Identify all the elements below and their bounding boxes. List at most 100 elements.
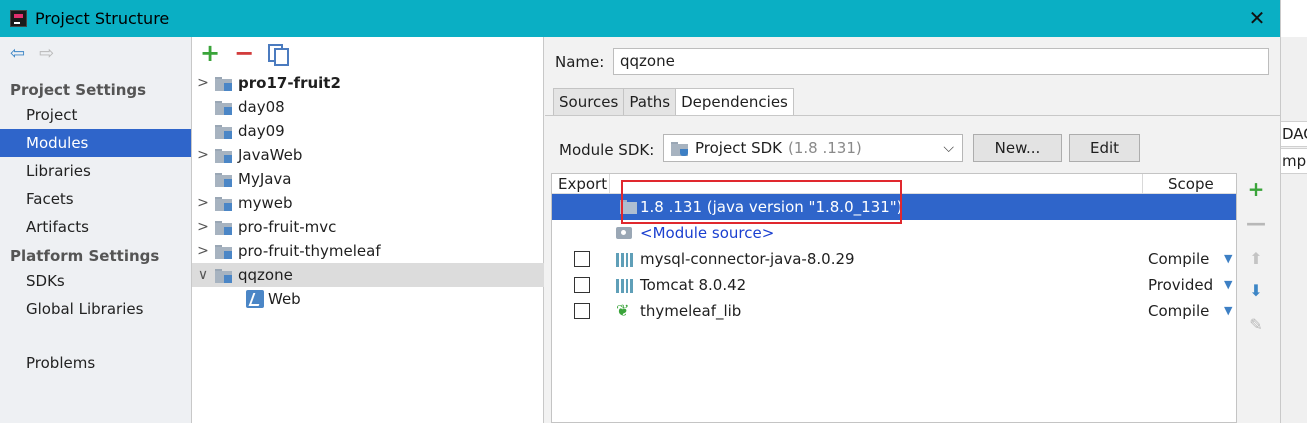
table-row[interactable]: ❦ thymeleaf_lib Compile ▼ xyxy=(552,298,1236,324)
column-header-scope[interactable]: Scope xyxy=(1168,174,1214,194)
dependency-name: mysql-connector-java-8.0.29 xyxy=(640,250,855,268)
leaf-icon: ❦ xyxy=(616,301,630,320)
module-sdk-select[interactable]: Project SDK (1.8 .131) ⌵ xyxy=(663,134,963,162)
module-folder-icon xyxy=(215,244,232,259)
tree-item-qqzone[interactable]: ∨ qqzone xyxy=(192,263,544,287)
export-checkbox[interactable] xyxy=(574,303,590,319)
background-cell: mpl. xyxy=(1281,148,1307,174)
highlight-annotation xyxy=(621,180,902,224)
web-facet-icon xyxy=(246,290,264,308)
module-folder-icon xyxy=(215,100,232,115)
tab-paths[interactable]: Paths xyxy=(623,88,677,116)
scope-value[interactable]: Compile xyxy=(1148,246,1209,272)
module-folder-icon xyxy=(215,76,232,91)
back-arrow-icon[interactable]: ⇦ xyxy=(10,45,25,63)
export-checkbox[interactable] xyxy=(574,251,590,267)
nav-item-global-libraries[interactable]: Global Libraries xyxy=(0,295,191,323)
chevron-right-icon[interactable]: > xyxy=(197,191,209,215)
scope-value[interactable]: Provided xyxy=(1148,272,1213,298)
tree-toolbar: + − xyxy=(192,37,544,69)
settings-nav: ⇦ ⇨ Project Settings Project Modules Lib… xyxy=(0,37,192,423)
tree-item-myweb[interactable]: > myweb xyxy=(192,191,544,215)
platform-settings-header: Platform Settings xyxy=(10,247,160,265)
edit-sdk-button[interactable]: Edit xyxy=(1069,134,1140,162)
tree-item-pro-fruit-thymeleaf[interactable]: > pro-fruit-thymeleaf xyxy=(192,239,544,263)
tree-item-label: pro-fruit-thymeleaf xyxy=(238,242,381,260)
module-name-input[interactable]: qqzone xyxy=(613,48,1269,75)
nav-item-artifacts[interactable]: Artifacts xyxy=(0,213,191,241)
scope-dropdown-icon[interactable]: ▼ xyxy=(1224,298,1232,324)
tab-sources[interactable]: Sources xyxy=(553,88,625,116)
nav-item-problems[interactable]: Problems xyxy=(0,349,191,377)
tree-item-label: day08 xyxy=(238,98,285,116)
chevron-right-icon[interactable]: > xyxy=(197,143,209,167)
copy-icon[interactable] xyxy=(268,44,290,66)
close-icon[interactable]: ✕ xyxy=(1246,7,1268,29)
column-header-export[interactable]: Export xyxy=(558,174,607,194)
tab-dependencies[interactable]: Dependencies xyxy=(675,88,794,116)
window-title: Project Structure xyxy=(35,9,170,28)
move-up-icon[interactable]: ⬆ xyxy=(1246,249,1266,269)
tree-item-label: Web xyxy=(268,290,301,308)
add-icon[interactable]: + xyxy=(200,41,220,65)
tree-item-label: JavaWeb xyxy=(238,146,303,164)
dependency-toolbar: + — ⬆ ⬇ ✎ xyxy=(1238,173,1274,423)
table-row[interactable]: mysql-connector-java-8.0.29 Compile ▼ xyxy=(552,246,1236,272)
export-checkbox[interactable] xyxy=(574,277,590,293)
nav-item-project[interactable]: Project xyxy=(0,101,191,129)
table-row[interactable]: Tomcat 8.0.42 Provided ▼ xyxy=(552,272,1236,298)
chevron-right-icon[interactable]: > xyxy=(197,239,209,263)
add-dependency-icon[interactable]: + xyxy=(1246,179,1266,199)
new-sdk-button[interactable]: New... xyxy=(973,134,1062,162)
nav-item-libraries[interactable]: Libraries xyxy=(0,157,191,185)
library-icon xyxy=(616,277,633,293)
edit-pencil-icon[interactable]: ✎ xyxy=(1246,315,1266,335)
tree-item-myjava[interactable]: MyJava xyxy=(192,167,544,191)
chevron-right-icon[interactable]: > xyxy=(197,215,209,239)
dependency-name: Tomcat 8.0.42 xyxy=(640,276,747,294)
module-tree: + − > pro17-fruit2 day08 day09 > JavaWeb… xyxy=(192,37,544,423)
module-folder-icon xyxy=(215,124,232,139)
intellij-app-icon xyxy=(10,10,27,27)
title-bar: Project Structure ✕ xyxy=(0,0,1280,37)
tree-item-label: pro-fruit-mvc xyxy=(238,218,337,236)
tree-item-label: qqzone xyxy=(238,266,293,284)
nav-item-sdks[interactable]: SDKs xyxy=(0,267,191,295)
module-folder-icon xyxy=(215,196,232,211)
chevron-down-icon[interactable]: ∨ xyxy=(197,263,209,287)
module-detail-pane: Name: qqzone Sources Paths Dependencies … xyxy=(545,37,1280,423)
tree-item-javaweb[interactable]: > JavaWeb xyxy=(192,143,544,167)
tree-item-day09[interactable]: day09 xyxy=(192,119,544,143)
move-down-icon[interactable]: ⬇ xyxy=(1246,281,1266,301)
tree-item-label: pro17-fruit2 xyxy=(238,74,341,92)
nav-arrows: ⇦ ⇨ xyxy=(10,45,54,63)
sdk-folder-icon xyxy=(671,141,688,156)
library-icon xyxy=(616,251,633,267)
sdk-selected-value: Project SDK xyxy=(695,139,782,157)
module-folder-icon xyxy=(215,220,232,235)
tree-item-day08[interactable]: day08 xyxy=(192,95,544,119)
tree-item-label: myweb xyxy=(238,194,293,212)
nav-item-modules[interactable]: Modules xyxy=(0,129,191,157)
background-window: DAO mpl. xyxy=(1280,0,1307,423)
module-folder-icon xyxy=(215,268,232,283)
tree-item-label: day09 xyxy=(238,122,285,140)
tree-item-pro-fruit-mvc[interactable]: > pro-fruit-mvc xyxy=(192,215,544,239)
tree-item-web[interactable]: Web xyxy=(192,287,544,311)
module-folder-icon xyxy=(215,148,232,163)
tree-item-pro17-fruit2[interactable]: > pro17-fruit2 xyxy=(192,71,544,95)
scope-dropdown-icon[interactable]: ▼ xyxy=(1224,246,1232,272)
nav-item-facets[interactable]: Facets xyxy=(0,185,191,213)
chevron-right-icon[interactable]: > xyxy=(197,71,209,95)
remove-icon[interactable]: − xyxy=(234,41,254,65)
tab-divider xyxy=(545,115,1280,116)
sdk-version: (1.8 .131) xyxy=(788,139,862,157)
chevron-down-icon[interactable]: ⌵ xyxy=(943,140,954,156)
remove-dependency-icon[interactable]: — xyxy=(1246,213,1266,233)
scope-value[interactable]: Compile xyxy=(1148,298,1209,324)
module-sdk-label: Module SDK: xyxy=(559,141,655,159)
forward-arrow-icon[interactable]: ⇨ xyxy=(39,45,54,63)
module-source-icon xyxy=(616,227,632,239)
scope-dropdown-icon[interactable]: ▼ xyxy=(1224,272,1232,298)
name-label: Name: xyxy=(555,53,605,71)
